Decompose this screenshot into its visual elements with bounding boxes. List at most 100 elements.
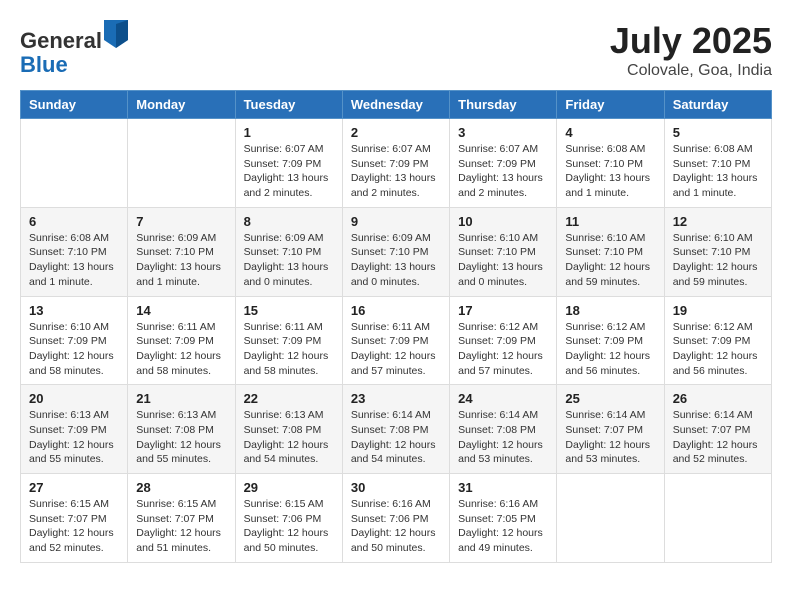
logo: General Blue <box>20 20 128 77</box>
col-friday: Friday <box>557 91 664 119</box>
day-number: 28 <box>136 480 226 495</box>
day-info: Sunrise: 6:09 AM Sunset: 7:10 PM Dayligh… <box>351 231 441 290</box>
day-number: 27 <box>29 480 119 495</box>
day-info: Sunrise: 6:12 AM Sunset: 7:09 PM Dayligh… <box>565 320 655 379</box>
day-info: Sunrise: 6:15 AM Sunset: 7:07 PM Dayligh… <box>136 497 226 556</box>
calendar-cell: 8 Sunrise: 6:09 AM Sunset: 7:10 PM Daylig… <box>235 207 342 296</box>
col-thursday: Thursday <box>450 91 557 119</box>
day-info: Sunrise: 6:07 AM Sunset: 7:09 PM Dayligh… <box>351 142 441 201</box>
day-number: 24 <box>458 391 548 406</box>
calendar-week-row: 20 Sunrise: 6:13 AM Sunset: 7:09 PM Dayli… <box>21 385 772 474</box>
day-number: 7 <box>136 214 226 229</box>
day-number: 26 <box>673 391 763 406</box>
calendar-cell: 10 Sunrise: 6:10 AM Sunset: 7:10 PM Dayli… <box>450 207 557 296</box>
calendar-cell: 2 Sunrise: 6:07 AM Sunset: 7:09 PM Daylig… <box>342 119 449 208</box>
calendar-cell: 18 Sunrise: 6:12 AM Sunset: 7:09 PM Dayli… <box>557 296 664 385</box>
day-number: 9 <box>351 214 441 229</box>
day-number: 19 <box>673 303 763 318</box>
calendar-cell: 11 Sunrise: 6:10 AM Sunset: 7:10 PM Dayli… <box>557 207 664 296</box>
col-tuesday: Tuesday <box>235 91 342 119</box>
day-number: 13 <box>29 303 119 318</box>
day-number: 31 <box>458 480 548 495</box>
calendar-week-row: 6 Sunrise: 6:08 AM Sunset: 7:10 PM Daylig… <box>21 207 772 296</box>
calendar-cell: 28 Sunrise: 6:15 AM Sunset: 7:07 PM Dayli… <box>128 474 235 563</box>
calendar-cell: 17Sunrise: 6:12 AM Sunset: 7:09 PM Dayli… <box>450 296 557 385</box>
calendar-cell: 26 Sunrise: 6:14 AM Sunset: 7:07 PM Dayli… <box>664 385 771 474</box>
day-info: Sunrise: 6:16 AM Sunset: 7:05 PM Dayligh… <box>458 497 548 556</box>
calendar-cell: 21 Sunrise: 6:13 AM Sunset: 7:08 PM Dayli… <box>128 385 235 474</box>
day-info: Sunrise: 6:14 AM Sunset: 7:07 PM Dayligh… <box>673 408 763 467</box>
calendar-cell: 27 Sunrise: 6:15 AM Sunset: 7:07 PM Dayli… <box>21 474 128 563</box>
day-number: 30 <box>351 480 441 495</box>
calendar-cell: 25Sunrise: 6:14 AM Sunset: 7:07 PM Dayli… <box>557 385 664 474</box>
calendar-cell: 7 Sunrise: 6:09 AM Sunset: 7:10 PM Daylig… <box>128 207 235 296</box>
calendar-cell: 16Sunrise: 6:11 AM Sunset: 7:09 PM Dayli… <box>342 296 449 385</box>
day-number: 15 <box>244 303 334 318</box>
logo-blue: Blue <box>20 52 68 77</box>
calendar-cell <box>21 119 128 208</box>
calendar-week-row: 27 Sunrise: 6:15 AM Sunset: 7:07 PM Dayli… <box>21 474 772 563</box>
day-info: Sunrise: 6:16 AM Sunset: 7:06 PM Dayligh… <box>351 497 441 556</box>
day-number: 21 <box>136 391 226 406</box>
calendar-cell: 23 Sunrise: 6:14 AM Sunset: 7:08 PM Dayli… <box>342 385 449 474</box>
calendar-cell: 14 Sunrise: 6:11 AM Sunset: 7:09 PM Dayli… <box>128 296 235 385</box>
day-info: Sunrise: 6:15 AM Sunset: 7:07 PM Dayligh… <box>29 497 119 556</box>
day-number: 17 <box>458 303 548 318</box>
calendar-cell: 9 Sunrise: 6:09 AM Sunset: 7:10 PM Daylig… <box>342 207 449 296</box>
day-info: Sunrise: 6:09 AM Sunset: 7:10 PM Dayligh… <box>244 231 334 290</box>
calendar-cell: 30 Sunrise: 6:16 AM Sunset: 7:06 PM Dayli… <box>342 474 449 563</box>
day-info: Sunrise: 6:12 AM Sunset: 7:09 PM Dayligh… <box>673 320 763 379</box>
day-number: 23 <box>351 391 441 406</box>
day-info: Sunrise: 6:10 AM Sunset: 7:10 PM Dayligh… <box>458 231 548 290</box>
logo-general: General <box>20 28 102 53</box>
day-number: 2 <box>351 125 441 140</box>
day-number: 6 <box>29 214 119 229</box>
day-info: Sunrise: 6:14 AM Sunset: 7:08 PM Dayligh… <box>351 408 441 467</box>
day-number: 22 <box>244 391 334 406</box>
day-number: 1 <box>244 125 334 140</box>
day-number: 11 <box>565 214 655 229</box>
day-number: 4 <box>565 125 655 140</box>
day-info: Sunrise: 6:08 AM Sunset: 7:10 PM Dayligh… <box>565 142 655 201</box>
day-info: Sunrise: 6:14 AM Sunset: 7:07 PM Dayligh… <box>565 408 655 467</box>
calendar-cell: 6 Sunrise: 6:08 AM Sunset: 7:10 PM Daylig… <box>21 207 128 296</box>
calendar-table: Sunday Monday Tuesday Wednesday Thursday… <box>20 90 772 563</box>
logo-icon <box>104 20 128 48</box>
day-info: Sunrise: 6:13 AM Sunset: 7:08 PM Dayligh… <box>244 408 334 467</box>
calendar-cell: 15Sunrise: 6:11 AM Sunset: 7:09 PM Dayli… <box>235 296 342 385</box>
day-number: 12 <box>673 214 763 229</box>
calendar-cell: 5Sunrise: 6:08 AM Sunset: 7:10 PM Daylig… <box>664 119 771 208</box>
day-number: 29 <box>244 480 334 495</box>
day-info: Sunrise: 6:11 AM Sunset: 7:09 PM Dayligh… <box>351 320 441 379</box>
calendar-cell: 20 Sunrise: 6:13 AM Sunset: 7:09 PM Dayli… <box>21 385 128 474</box>
month-title: July 2025 <box>610 20 772 62</box>
day-info: Sunrise: 6:14 AM Sunset: 7:08 PM Dayligh… <box>458 408 548 467</box>
calendar-cell <box>128 119 235 208</box>
day-info: Sunrise: 6:08 AM Sunset: 7:10 PM Dayligh… <box>29 231 119 290</box>
day-info: Sunrise: 6:13 AM Sunset: 7:08 PM Dayligh… <box>136 408 226 467</box>
location: Colovale, Goa, India <box>610 62 772 80</box>
day-number: 20 <box>29 391 119 406</box>
day-number: 10 <box>458 214 548 229</box>
calendar-cell: 1 Sunrise: 6:07 AM Sunset: 7:09 PM Daylig… <box>235 119 342 208</box>
day-info: Sunrise: 6:09 AM Sunset: 7:10 PM Dayligh… <box>136 231 226 290</box>
day-info: Sunrise: 6:08 AM Sunset: 7:10 PM Dayligh… <box>673 142 763 201</box>
day-info: Sunrise: 6:07 AM Sunset: 7:09 PM Dayligh… <box>244 142 334 201</box>
calendar-header-row: Sunday Monday Tuesday Wednesday Thursday… <box>21 91 772 119</box>
day-number: 8 <box>244 214 334 229</box>
day-number: 14 <box>136 303 226 318</box>
day-info: Sunrise: 6:13 AM Sunset: 7:09 PM Dayligh… <box>29 408 119 467</box>
page-container: General Blue July 2025 Colovale, Goa, In… <box>20 20 772 563</box>
calendar-cell: 31 Sunrise: 6:16 AM Sunset: 7:05 PM Dayli… <box>450 474 557 563</box>
calendar-cell: 29Sunrise: 6:15 AM Sunset: 7:06 PM Dayli… <box>235 474 342 563</box>
day-info: Sunrise: 6:10 AM Sunset: 7:10 PM Dayligh… <box>565 231 655 290</box>
calendar-cell: 12Sunrise: 6:10 AM Sunset: 7:10 PM Dayli… <box>664 207 771 296</box>
calendar-cell: 13Sunrise: 6:10 AM Sunset: 7:09 PM Dayli… <box>21 296 128 385</box>
calendar-cell: 19 Sunrise: 6:12 AM Sunset: 7:09 PM Dayli… <box>664 296 771 385</box>
col-monday: Monday <box>128 91 235 119</box>
day-info: Sunrise: 6:11 AM Sunset: 7:09 PM Dayligh… <box>136 320 226 379</box>
calendar-cell <box>557 474 664 563</box>
calendar-cell: 3Sunrise: 6:07 AM Sunset: 7:09 PM Daylig… <box>450 119 557 208</box>
col-wednesday: Wednesday <box>342 91 449 119</box>
day-number: 18 <box>565 303 655 318</box>
